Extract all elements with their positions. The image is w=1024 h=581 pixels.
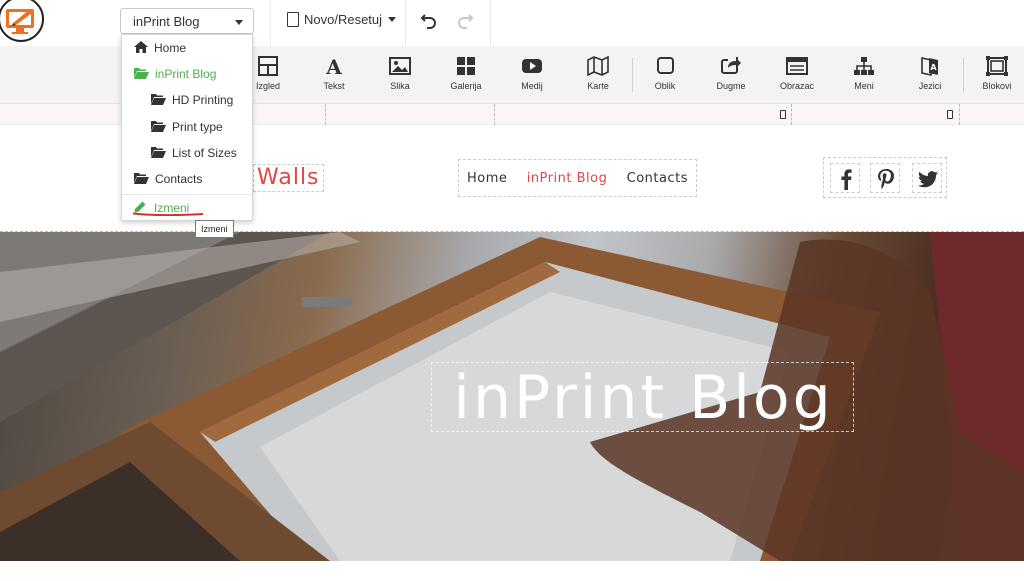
tool-galerija[interactable]: Galerija xyxy=(438,56,494,91)
menu-item-edit[interactable]: Izmeni xyxy=(122,195,252,221)
redo-icon[interactable] xyxy=(456,11,474,29)
pinterest-icon xyxy=(878,169,894,190)
site-nav: Home inPrint Blog Contacts xyxy=(458,159,697,197)
folder-open-icon xyxy=(151,147,166,158)
tool-meni[interactable]: Meni xyxy=(836,56,892,91)
tool-label: Obrazac xyxy=(779,81,814,91)
nav-item-contacts[interactable]: Contacts xyxy=(627,171,688,186)
guide-line xyxy=(494,104,495,125)
tool-obrazac[interactable]: Obrazac xyxy=(769,56,825,91)
social-links xyxy=(823,157,947,198)
page-dropdown-menu: Home inPrint Blog HD Printing Print type… xyxy=(121,34,253,221)
caret-down-icon xyxy=(235,20,243,25)
nav-item-home[interactable]: Home xyxy=(467,171,507,186)
mobile-icon[interactable] xyxy=(780,110,786,119)
language-icon: A xyxy=(921,57,938,76)
tool-label: Karte xyxy=(587,81,609,91)
menu-item-print-type[interactable]: Print type xyxy=(122,114,252,140)
tool-oblik[interactable]: Oblik xyxy=(637,56,693,91)
text-icon: A xyxy=(325,56,342,76)
page-select-dropdown[interactable]: inPrint Blog xyxy=(120,8,254,34)
tool-tekst[interactable]: A Tekst xyxy=(306,56,362,91)
menu-item-label: inPrint Blog xyxy=(155,67,217,81)
hero-title-box[interactable]: inPrint Blog xyxy=(431,362,854,433)
menu-item-inprint-blog[interactable]: inPrint Blog xyxy=(122,61,252,87)
folder-open-icon xyxy=(151,121,166,132)
facebook-icon xyxy=(841,169,852,190)
menu-item-contacts[interactable]: Contacts xyxy=(122,166,252,192)
app-logo[interactable] xyxy=(0,0,44,42)
blocks-icon xyxy=(986,56,1008,76)
home-icon xyxy=(134,41,148,53)
guide-line xyxy=(959,104,960,125)
mobile-icon[interactable] xyxy=(947,110,953,119)
form-icon xyxy=(786,57,808,75)
image-icon xyxy=(389,57,411,75)
tool-medij[interactable]: Medij xyxy=(504,56,560,91)
tool-label: Dugme xyxy=(716,81,746,91)
tool-label: Izgled xyxy=(255,81,281,91)
menu-item-hd-printing[interactable]: HD Printing xyxy=(122,87,252,113)
nav-item-inprint-blog[interactable]: inPrint Blog xyxy=(527,171,608,186)
page-select-value: inPrint Blog xyxy=(133,14,200,29)
gallery-icon xyxy=(457,57,475,75)
divider xyxy=(270,0,271,46)
page-bottom xyxy=(0,561,1024,581)
hero-section[interactable]: inPrint Blog xyxy=(0,232,1024,561)
site-brand[interactable]: Walls xyxy=(253,164,324,192)
tool-label: Galerija xyxy=(450,81,482,91)
monitor-pencil-icon xyxy=(6,9,34,34)
tool-slika[interactable]: Slika xyxy=(372,56,428,91)
svg-text:A: A xyxy=(930,63,937,72)
tool-blokovi[interactable]: Blokovi xyxy=(969,56,1024,91)
new-reset-button[interactable]: Novo/Resetuj xyxy=(287,12,397,27)
svg-text:A: A xyxy=(325,56,342,76)
shape-icon xyxy=(657,57,674,74)
tool-label: Jezici xyxy=(918,81,942,91)
tool-dugme[interactable]: Dugme xyxy=(703,56,759,91)
menu-item-label: HD Printing xyxy=(172,93,234,107)
guide-line xyxy=(325,104,326,125)
menu-item-home[interactable]: Home xyxy=(122,35,252,61)
folder-open-icon xyxy=(151,94,166,105)
twitter-icon xyxy=(918,171,938,188)
guide-line xyxy=(791,104,792,125)
tool-label: Medij xyxy=(521,81,543,91)
facebook-link[interactable] xyxy=(830,163,860,193)
map-icon xyxy=(587,56,609,76)
menu-item-label: Home xyxy=(154,41,187,55)
folder-open-icon xyxy=(134,173,149,184)
button-share-icon xyxy=(721,57,741,74)
undo-icon[interactable] xyxy=(420,11,438,29)
divider xyxy=(632,58,633,92)
video-icon xyxy=(522,59,542,73)
tool-karte[interactable]: Karte xyxy=(570,56,626,91)
file-icon xyxy=(287,12,299,27)
sitemap-icon xyxy=(854,57,874,75)
tool-label: Blokovi xyxy=(982,81,1012,91)
new-reset-label: Novo/Resetuj xyxy=(304,12,383,27)
menu-item-label: List of Sizes xyxy=(172,146,237,160)
tool-label: Tekst xyxy=(323,81,345,91)
menu-item-list-of-sizes[interactable]: List of Sizes xyxy=(122,140,252,166)
tooltip: Izmeni xyxy=(195,220,234,238)
menu-item-label: Contacts xyxy=(155,172,203,186)
divider xyxy=(963,58,964,92)
menu-item-label: Print type xyxy=(172,120,223,134)
divider xyxy=(490,0,491,46)
hero-title: inPrint Blog xyxy=(453,363,834,433)
pinterest-link[interactable] xyxy=(870,163,900,193)
tool-label: Slika xyxy=(390,81,410,91)
tool-jezici[interactable]: A Jezici xyxy=(902,56,958,91)
twitter-link[interactable] xyxy=(912,163,942,193)
layout-icon xyxy=(258,56,278,76)
tool-label: Oblik xyxy=(654,81,676,91)
caret-down-icon xyxy=(388,17,397,22)
red-underline-annotation xyxy=(132,212,204,216)
tool-label: Meni xyxy=(854,81,874,91)
folder-open-icon xyxy=(134,68,149,79)
divider xyxy=(405,0,406,46)
